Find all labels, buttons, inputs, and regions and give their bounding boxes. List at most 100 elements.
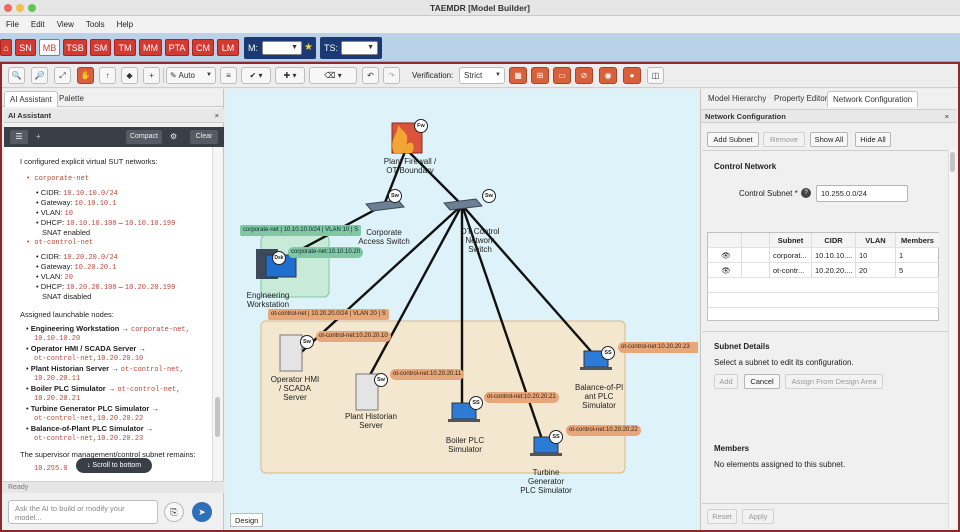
eye-icon[interactable]: 👁 bbox=[721, 266, 731, 275]
subnet-cidr-cell[interactable]: 10.10.10.... bbox=[812, 248, 856, 263]
ot-switch-node[interactable] bbox=[443, 198, 483, 211]
subnet-vlan-cell[interactable]: 20 bbox=[856, 263, 896, 278]
historian-ip-tag[interactable]: ot-control-net:10.20.20.11 bbox=[390, 369, 465, 380]
mode-tm-button[interactable]: TM bbox=[114, 39, 136, 56]
add-detail-button[interactable]: Add bbox=[714, 374, 738, 389]
scrollbar-thumb[interactable] bbox=[215, 397, 220, 437]
tab-model-hierarchy[interactable]: Model Hierarchy bbox=[703, 91, 771, 107]
bop-ip-tag[interactable]: ot-control-net:10.20.20.23 bbox=[618, 342, 698, 353]
mode-sm-button[interactable]: SM bbox=[90, 39, 111, 56]
col-header-vlan[interactable]: VLAN bbox=[856, 233, 896, 248]
control-subnet-input[interactable]: 10.255.0.0/24 bbox=[816, 185, 908, 202]
zoom-in-icon[interactable]: 🔍 bbox=[8, 67, 25, 84]
grid-icon[interactable]: ▦ bbox=[509, 67, 527, 84]
eye-icon[interactable]: ◉ bbox=[599, 67, 617, 84]
close-icon[interactable]: × bbox=[945, 110, 949, 124]
subnet-cidr-cell[interactable]: 10.20.20.... bbox=[812, 263, 856, 278]
arrow-up-icon[interactable]: ↑ bbox=[99, 67, 116, 84]
menu-tools[interactable]: Tools bbox=[80, 16, 111, 34]
tab-property-editor[interactable]: Property Editor bbox=[769, 91, 832, 107]
design-canvas[interactable]: Fw Sw Sw Dsk Sw Sw SS SS SS Plant Firewa… bbox=[226, 89, 698, 530]
comment-icon[interactable]: ● bbox=[623, 67, 641, 84]
menu-help[interactable]: Help bbox=[111, 16, 139, 34]
col-header-subnet[interactable]: Subnet bbox=[770, 233, 812, 248]
eye-icon[interactable]: 👁 bbox=[721, 251, 731, 260]
auto-layout-dropdown[interactable]: ✎ Auto ▼ bbox=[166, 67, 216, 84]
fit-view-icon[interactable]: ⤢ bbox=[54, 67, 71, 84]
cancel-detail-button[interactable]: Cancel bbox=[744, 374, 780, 389]
scroll-to-bottom-button[interactable]: ↓ Scroll to bottom bbox=[76, 458, 152, 473]
subnet-name-cell[interactable]: ot-contr... bbox=[770, 263, 812, 278]
eraser-dropdown[interactable]: ⌫ ▾ bbox=[309, 67, 357, 84]
corporate-ip-tag[interactable]: corporate-net:10.10.10.20 bbox=[288, 247, 364, 258]
corporate-net-tag[interactable]: corporate-net | 10.10.10.0/24 | VLAN 10 … bbox=[240, 225, 362, 236]
add-icon[interactable]: + bbox=[143, 67, 160, 84]
subnet-members-cell[interactable]: 1 bbox=[896, 248, 939, 263]
clear-button[interactable]: Clear bbox=[190, 130, 218, 144]
assign-from-design-button[interactable]: Assign From Design Area bbox=[785, 374, 883, 389]
redo-icon[interactable]: ↷ bbox=[383, 67, 400, 84]
zoom-out-icon[interactable]: 🔎 bbox=[31, 67, 48, 84]
zoom-window-button[interactable] bbox=[28, 4, 36, 12]
subnet-vlan-cell[interactable]: 10 bbox=[856, 248, 896, 263]
undo-icon[interactable]: ↶ bbox=[362, 67, 379, 84]
subnet-name-cell[interactable]: corporat... bbox=[770, 248, 812, 263]
mode-mm-button[interactable]: MM bbox=[139, 39, 162, 56]
hierarchy-icon[interactable]: ⊞ bbox=[531, 67, 549, 84]
split-view-icon[interactable]: ◫ bbox=[647, 67, 664, 84]
add-subnet-button[interactable]: Add Subnet bbox=[707, 132, 759, 147]
gear-icon[interactable]: ⚙ bbox=[170, 130, 177, 144]
close-icon[interactable]: × bbox=[215, 109, 219, 123]
scrollbar-thumb[interactable] bbox=[950, 152, 955, 172]
turbine-ip-tag[interactable]: ot-control-net:10.20.20.22 bbox=[566, 425, 641, 436]
verification-select[interactable]: Strict ▼ bbox=[459, 67, 505, 84]
chat-scrollbar[interactable] bbox=[212, 147, 222, 491]
tab-network-configuration[interactable]: Network Configuration bbox=[827, 91, 919, 107]
star-icon[interactable]: ★ bbox=[304, 42, 313, 53]
reset-button[interactable]: Reset bbox=[707, 509, 737, 524]
send-icon[interactable]: ➤ bbox=[192, 502, 212, 522]
chat-input-box[interactable]: Ask the AI to build or modify your model… bbox=[8, 500, 158, 524]
window-icon[interactable]: ▭ bbox=[553, 67, 571, 84]
apply-button[interactable]: Apply bbox=[742, 509, 774, 524]
menu-file[interactable]: File bbox=[0, 16, 25, 34]
help-icon[interactable]: ? bbox=[801, 188, 811, 198]
col-header-members[interactable]: Members bbox=[896, 233, 939, 248]
close-window-button[interactable] bbox=[4, 4, 12, 12]
menu-icon[interactable]: ☰ bbox=[10, 130, 28, 144]
hide-icon[interactable]: ⊘ bbox=[575, 67, 593, 84]
mode-lm-button[interactable]: LM bbox=[217, 39, 239, 56]
hmi-server-node[interactable] bbox=[279, 334, 303, 372]
mode-sn-button[interactable]: SN bbox=[15, 39, 36, 56]
hmi-ip-tag[interactable]: ot-control-net:10.20.20.10 bbox=[316, 331, 391, 342]
boiler-ip-tag[interactable]: ot-control-net:10.20.20.21 bbox=[484, 392, 559, 403]
home-icon[interactable]: ⌂ bbox=[0, 39, 12, 56]
align-icon[interactable]: ≡ bbox=[220, 67, 237, 84]
compact-button[interactable]: Compact bbox=[126, 130, 162, 144]
col-header-cidr[interactable]: CIDR bbox=[812, 233, 856, 248]
ot-control-net-tag[interactable]: ot-control-net | 10.20.20.0/24 | VLAN 20… bbox=[268, 309, 389, 320]
hide-all-button[interactable]: Hide All bbox=[855, 132, 891, 147]
tab-design[interactable]: Design bbox=[230, 513, 264, 527]
check-dropdown[interactable]: ✔ ▾ bbox=[241, 67, 271, 84]
right-scrollbar[interactable] bbox=[948, 150, 956, 528]
menu-edit[interactable]: Edit bbox=[25, 16, 51, 34]
minimize-window-button[interactable] bbox=[16, 4, 24, 12]
attach-icon[interactable]: ⎘ bbox=[164, 502, 184, 522]
row-visibility-toggle[interactable]: 👁 bbox=[708, 248, 742, 263]
show-all-button[interactable]: Show All bbox=[810, 132, 848, 147]
row-visibility-toggle[interactable]: 👁 bbox=[708, 263, 742, 278]
mode-mb-button[interactable]: MB bbox=[39, 39, 60, 56]
model-select[interactable]: ▼ bbox=[262, 41, 302, 55]
remove-subnet-button[interactable]: Remove bbox=[763, 132, 805, 147]
subnet-members-cell[interactable]: 5 bbox=[896, 263, 939, 278]
add-chat-icon[interactable]: + bbox=[36, 130, 41, 144]
puzzle-dropdown[interactable]: ✚ ▾ bbox=[275, 67, 305, 84]
ts-select[interactable]: ▼ bbox=[341, 41, 378, 55]
tab-palette[interactable]: Palette bbox=[54, 91, 89, 107]
mode-tsb-button[interactable]: TSB bbox=[63, 39, 87, 56]
tab-ai-assistant[interactable]: AI Assistant bbox=[4, 91, 58, 107]
menu-view[interactable]: View bbox=[51, 16, 80, 34]
pan-hand-icon[interactable]: ✋ bbox=[77, 67, 94, 84]
tag-icon[interactable]: ◆ bbox=[121, 67, 138, 84]
